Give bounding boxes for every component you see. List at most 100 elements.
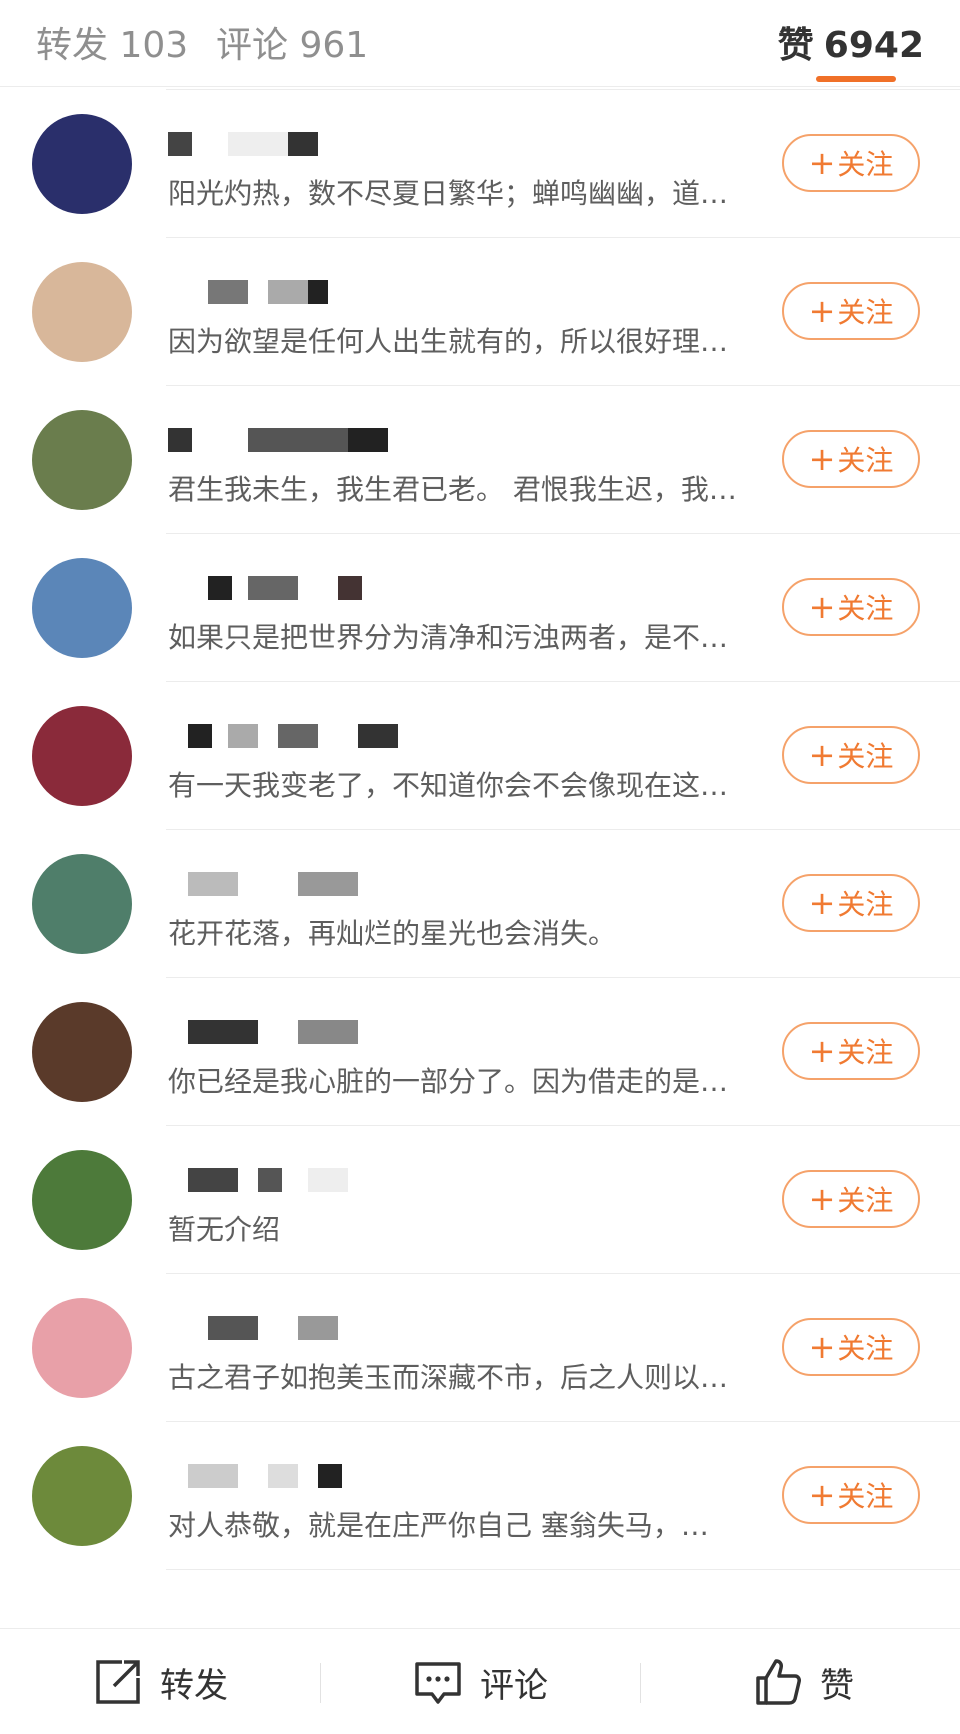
- tab-repost-label: 转发: [36, 25, 109, 66]
- liker-list[interactable]: 犹豫不决的人闪边去，不要说什么为了谁，…+关注阳光灼热，数不尽夏日繁华；蝉鸣幽幽…: [0, 0, 960, 1570]
- follow-label: 关注: [837, 444, 894, 477]
- tab-like-count: 6942: [823, 25, 924, 66]
- username-redacted[interactable]: [168, 424, 428, 454]
- follow-button[interactable]: +关注: [782, 578, 920, 636]
- redaction-block: [338, 576, 362, 600]
- redaction-block: [268, 280, 312, 304]
- username-redacted[interactable]: [168, 720, 428, 750]
- redaction-block: [318, 1464, 342, 1488]
- redaction-block: [298, 1020, 358, 1044]
- list-item[interactable]: 如果只是把世界分为清净和污浊两者，是不… +关注: [0, 534, 960, 682]
- plus-icon: +: [808, 588, 836, 626]
- redaction-block: [308, 1168, 348, 1192]
- user-bio: 古之君子如抱美玉而深藏不市，后之人则以…: [168, 1361, 729, 1394]
- follow-label: 关注: [837, 1332, 894, 1365]
- follow-button[interactable]: +关注: [782, 726, 920, 784]
- redaction-block: [188, 1168, 238, 1192]
- follow-button[interactable]: +关注: [782, 1170, 920, 1228]
- avatar[interactable]: [32, 558, 132, 658]
- follow-label: 关注: [837, 592, 894, 625]
- avatar[interactable]: [32, 854, 132, 954]
- redaction-block: [188, 1464, 238, 1488]
- follow-label: 关注: [837, 1480, 894, 1513]
- avatar[interactable]: [32, 706, 132, 806]
- tab-comment-count: 961: [299, 25, 369, 66]
- tab-repost[interactable]: 转发 103: [36, 16, 188, 68]
- username-redacted[interactable]: [168, 1164, 428, 1194]
- list-item[interactable]: 有一天我变老了，不知道你会不会像现在这… +关注: [0, 682, 960, 830]
- redaction-block: [288, 132, 318, 156]
- redaction-block: [348, 428, 388, 452]
- user-bio: 如果只是把世界分为清净和污浊两者，是不…: [168, 621, 729, 654]
- avatar[interactable]: [32, 262, 132, 362]
- divider: [640, 1663, 641, 1703]
- redaction-block: [248, 428, 348, 452]
- redaction-block: [208, 280, 248, 304]
- redaction-block: [208, 1316, 258, 1340]
- redaction-block: [248, 576, 298, 600]
- plus-icon: +: [808, 1328, 836, 1366]
- list-item[interactable]: 暂无介绍 +关注: [0, 1126, 960, 1274]
- plus-icon: +: [808, 292, 836, 330]
- username-redacted[interactable]: [168, 868, 428, 898]
- user-bio: 阳光灼热，数不尽夏日繁华；蝉鸣幽幽，道…: [168, 177, 729, 210]
- avatar[interactable]: [32, 1150, 132, 1250]
- share-icon: [96, 1660, 140, 1704]
- redaction-block: [168, 428, 192, 452]
- comment-label: 评论: [480, 1665, 548, 1706]
- username-redacted[interactable]: [168, 128, 428, 158]
- tab-like-label: 赞: [777, 25, 814, 66]
- avatar[interactable]: [32, 410, 132, 510]
- plus-icon: +: [808, 1476, 836, 1514]
- repost-button[interactable]: 转发: [92, 1657, 228, 1707]
- repost-label: 转发: [160, 1665, 228, 1706]
- comment-icon: [415, 1662, 461, 1704]
- redaction-block: [298, 872, 358, 896]
- list-item[interactable]: 君生我未生，我生君已老。 君恨我生迟，我… +关注: [0, 386, 960, 534]
- list-item[interactable]: 古之君子如抱美玉而深藏不市，后之人则以… +关注: [0, 1274, 960, 1422]
- avatar[interactable]: [32, 1446, 132, 1546]
- plus-icon: +: [808, 1180, 836, 1218]
- follow-button[interactable]: +关注: [782, 1318, 920, 1376]
- user-bio: 花开花落，再灿烂的星光也会消失。: [168, 917, 617, 950]
- avatar[interactable]: [32, 1298, 132, 1398]
- user-bio: 君生我未生，我生君已老。 君恨我生迟，我…: [168, 473, 737, 506]
- list-item[interactable]: 你已经是我心脏的一部分了。因为借走的是… +关注: [0, 978, 960, 1126]
- follow-button[interactable]: +关注: [782, 1022, 920, 1080]
- follow-button[interactable]: +关注: [782, 430, 920, 488]
- redaction-block: [228, 132, 288, 156]
- plus-icon: +: [808, 144, 836, 182]
- user-bio: 有一天我变老了，不知道你会不会像现在这…: [168, 769, 729, 802]
- follow-label: 关注: [837, 1036, 894, 1069]
- tab-comment[interactable]: 评论 961: [216, 16, 368, 68]
- tab-repost-count: 103: [119, 25, 189, 66]
- list-item[interactable]: 对人恭敬，就是在庄严你自己 塞翁失马，… +关注: [0, 1422, 960, 1570]
- user-bio: 因为欲望是任何人出生就有的，所以很好理…: [168, 325, 729, 358]
- top-tab-bar: 转发 103 评论 961 赞 6942: [0, 0, 960, 87]
- list-item[interactable]: 阳光灼热，数不尽夏日繁华；蝉鸣幽幽，道… +关注: [0, 90, 960, 238]
- follow-button[interactable]: +关注: [782, 282, 920, 340]
- username-redacted[interactable]: [168, 572, 428, 602]
- redaction-block: [188, 872, 238, 896]
- follow-button[interactable]: +关注: [782, 874, 920, 932]
- tab-like[interactable]: 赞 6942: [778, 16, 924, 68]
- comment-button[interactable]: 评论: [412, 1657, 548, 1707]
- avatar[interactable]: [32, 114, 132, 214]
- username-redacted[interactable]: [168, 1312, 428, 1342]
- row-divider: [166, 1569, 960, 1570]
- plus-icon: +: [808, 736, 836, 774]
- list-item[interactable]: 因为欲望是任何人出生就有的，所以很好理… +关注: [0, 238, 960, 386]
- redaction-block: [188, 1020, 258, 1044]
- like-button[interactable]: 赞: [752, 1657, 854, 1707]
- avatar[interactable]: [32, 1002, 132, 1102]
- follow-button[interactable]: +关注: [782, 1466, 920, 1524]
- username-redacted[interactable]: [168, 1460, 428, 1490]
- follow-label: 关注: [837, 740, 894, 773]
- follow-label: 关注: [837, 296, 894, 329]
- user-bio: 你已经是我心脏的一部分了。因为借走的是…: [168, 1065, 729, 1098]
- follow-button[interactable]: +关注: [782, 134, 920, 192]
- username-redacted[interactable]: [168, 276, 428, 306]
- redaction-block: [188, 724, 212, 748]
- list-item[interactable]: 花开花落，再灿烂的星光也会消失。 +关注: [0, 830, 960, 978]
- username-redacted[interactable]: [168, 1016, 428, 1046]
